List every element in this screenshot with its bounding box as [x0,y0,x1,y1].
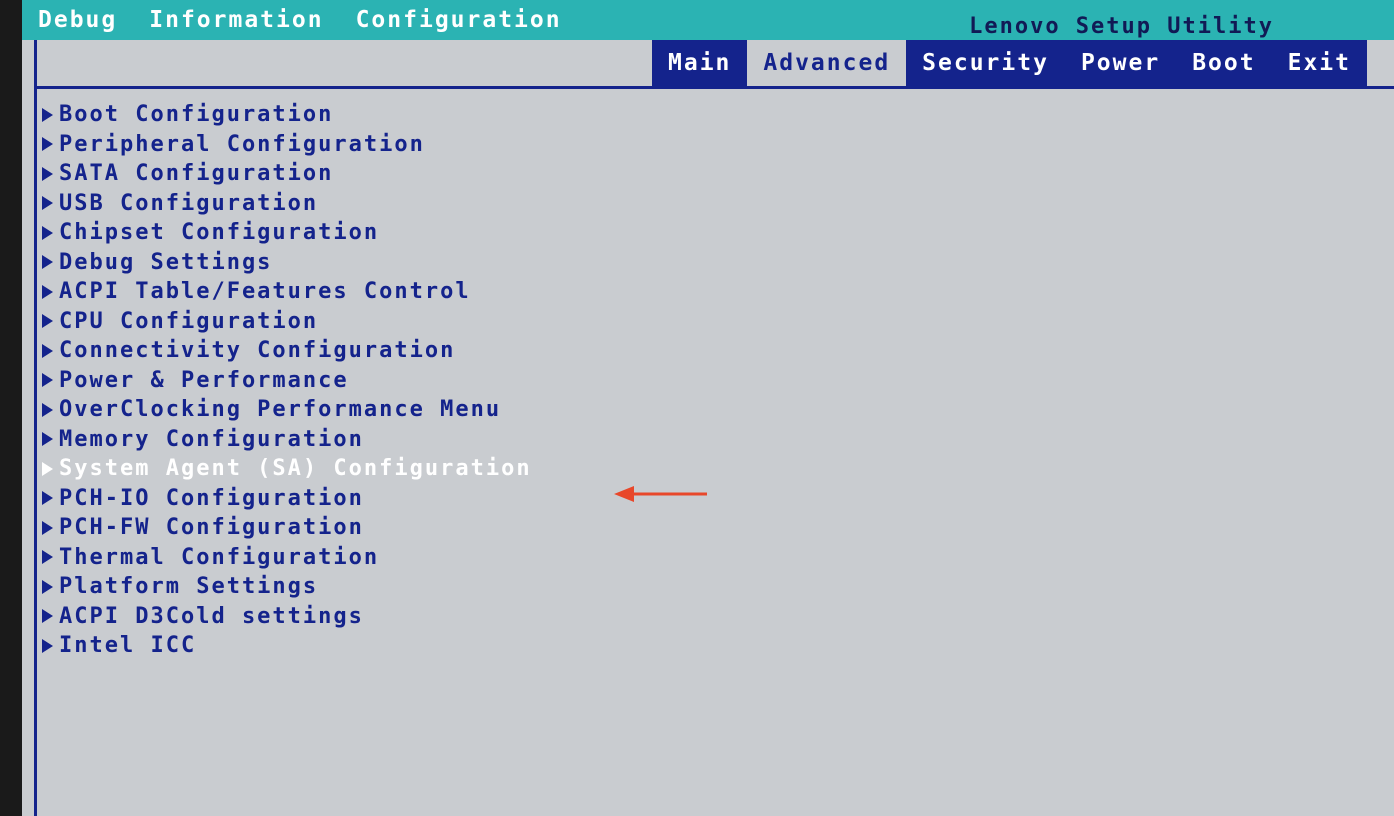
menu-item-label: System Agent (SA) Configuration [59,456,532,482]
tab-debug[interactable]: Debug [22,0,133,40]
triangle-right-icon [42,225,53,240]
menu-item-label: PCH-FW Configuration [59,515,364,541]
menu-item-pch-fw-configuration[interactable]: PCH-FW Configuration [42,513,532,543]
tab-information[interactable]: Information [133,0,339,40]
menu-item-label: Chipset Configuration [59,220,380,246]
menu-item-connectivity-configuration[interactable]: Connectivity Configuration [42,336,532,366]
menu-item-label: Power & Performance [59,367,349,393]
triangle-right-icon [42,638,53,653]
menu-item-label: PCH-IO Configuration [59,485,364,511]
panel-left-border [34,40,37,816]
menu-item-cpu-configuration[interactable]: CPU Configuration [42,307,532,337]
menu-item-usb-configuration[interactable]: USB Configuration [42,189,532,219]
triangle-right-icon [42,402,53,417]
menu-item-chipset-configuration[interactable]: Chipset Configuration [42,218,532,248]
triangle-right-icon [42,579,53,594]
triangle-right-icon [42,609,53,624]
top-tab-bar: Debug Information Configuration Lenovo S… [22,0,1394,40]
tab-exit[interactable]: Exit [1271,40,1367,86]
menu-item-label: Memory Configuration [59,426,364,452]
triangle-right-icon [42,520,53,535]
triangle-right-icon [42,491,53,506]
triangle-right-icon [42,107,53,122]
menu-item-label: Thermal Configuration [59,544,380,570]
advanced-menu: Boot Configuration Peripheral Configurat… [42,100,532,661]
panel-top-border [34,86,1394,89]
bios-screen: Debug Information Configuration Lenovo S… [22,0,1394,816]
menu-item-label: SATA Configuration [59,161,334,187]
menu-item-label: USB Configuration [59,190,319,216]
annotation-arrow-icon [614,486,707,502]
triangle-right-icon [42,550,53,565]
menu-item-label: OverClocking Performance Menu [59,397,502,423]
triangle-right-icon [42,343,53,358]
tab-boot[interactable]: Boot [1176,40,1272,86]
tab-configuration[interactable]: Configuration [340,0,578,40]
tabs-right-group: Main Advanced Security Power Boot Exit [652,40,1367,86]
menu-item-label: Peripheral Configuration [59,131,425,157]
menu-item-acpi-table-features-control[interactable]: ACPI Table/Features Control [42,277,532,307]
menu-item-thermal-configuration[interactable]: Thermal Configuration [42,543,532,573]
annotation-arrow-head [614,486,634,502]
menu-item-label: CPU Configuration [59,308,319,334]
tab-main[interactable]: Main [652,40,748,86]
menu-item-overclocking-performance-menu[interactable]: OverClocking Performance Menu [42,395,532,425]
menu-item-power-performance[interactable]: Power & Performance [42,366,532,396]
menu-item-label: Connectivity Configuration [59,338,456,364]
menu-item-label: Boot Configuration [59,102,334,128]
menu-item-pch-io-configuration[interactable]: PCH-IO Configuration [42,484,532,514]
menu-item-system-agent-configuration[interactable]: System Agent (SA) Configuration [42,454,532,484]
menu-item-boot-configuration[interactable]: Boot Configuration [42,100,532,130]
triangle-right-icon [42,255,53,270]
triangle-right-icon [42,432,53,447]
triangle-right-icon [42,461,53,476]
triangle-right-icon [42,284,53,299]
menu-item-label: Platform Settings [59,574,319,600]
triangle-right-icon [42,196,53,211]
tab-security[interactable]: Security [906,40,1065,86]
triangle-right-icon [42,166,53,181]
tab-advanced[interactable]: Advanced [747,40,907,86]
main-tab-bar: Main Advanced Security Power Boot Exit [22,40,1394,86]
triangle-right-icon [42,137,53,152]
menu-item-label: ACPI D3Cold settings [59,603,364,629]
menu-item-platform-settings[interactable]: Platform Settings [42,572,532,602]
menu-item-debug-settings[interactable]: Debug Settings [42,248,532,278]
menu-item-sata-configuration[interactable]: SATA Configuration [42,159,532,189]
tab-power[interactable]: Power [1064,40,1177,86]
setup-utility-title: Lenovo Setup Utility [969,14,1274,39]
menu-item-acpi-d3cold-settings[interactable]: ACPI D3Cold settings [42,602,532,632]
tabs-left-group: Debug Information Configuration [22,0,578,40]
menu-item-peripheral-configuration[interactable]: Peripheral Configuration [42,130,532,160]
menu-item-intel-icc[interactable]: Intel ICC [42,631,532,661]
menu-item-memory-configuration[interactable]: Memory Configuration [42,425,532,455]
triangle-right-icon [42,314,53,329]
menu-item-label: ACPI Table/Features Control [59,279,471,305]
menu-item-label: Debug Settings [59,249,273,275]
menu-item-label: Intel ICC [59,633,197,659]
triangle-right-icon [42,373,53,388]
